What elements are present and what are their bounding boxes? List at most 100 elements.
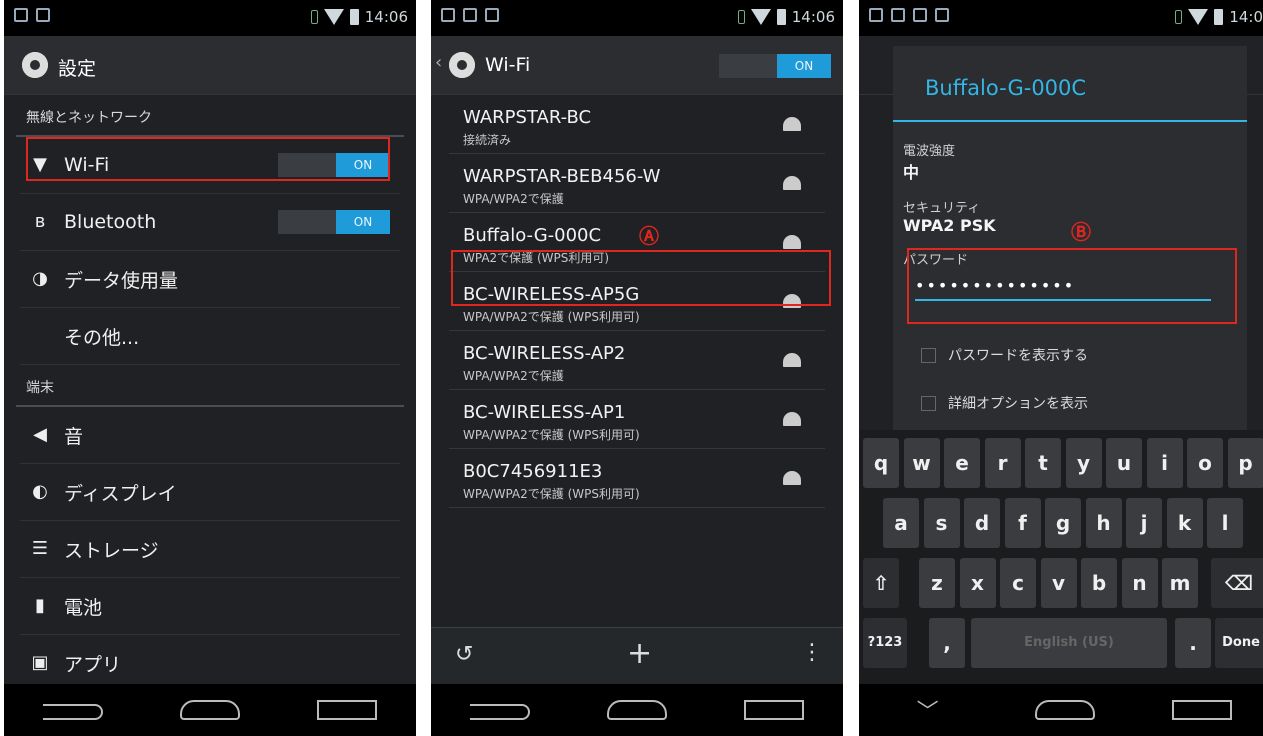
back-button[interactable]: [469, 694, 530, 727]
shift-key[interactable]: ⇧: [863, 558, 899, 608]
key-o[interactable]: o: [1187, 438, 1223, 488]
settings-item-storage[interactable]: ☰ ストレージ: [20, 521, 400, 578]
settings-item-other[interactable]: その他...: [20, 308, 400, 365]
home-button[interactable]: [606, 694, 667, 727]
home-button[interactable]: [1034, 694, 1095, 727]
key-f[interactable]: f: [1004, 498, 1041, 548]
symbols-key[interactable]: ?123: [863, 618, 907, 668]
key-k[interactable]: k: [1166, 498, 1203, 548]
signal-strength-value: 中: [903, 163, 920, 182]
key-u[interactable]: u: [1106, 438, 1142, 488]
key-b[interactable]: b: [1081, 558, 1117, 608]
backspace-key[interactable]: ⌫: [1211, 558, 1263, 608]
network-ssid: Buffalo-G-000C: [463, 225, 602, 246]
section-header-device: 端末: [16, 365, 404, 407]
security-label: セキュリティ: [903, 201, 981, 216]
key-a[interactable]: a: [883, 498, 919, 548]
settings-gear-icon[interactable]: [449, 52, 475, 78]
notification-icon: [935, 8, 949, 22]
key-s[interactable]: s: [923, 498, 960, 548]
network-ssid: WARPSTAR-BEB456-W: [463, 166, 661, 187]
wifi-network-item[interactable]: B0C7456911E3 WPA/WPA2で保護 (WPS利用可): [449, 449, 825, 508]
annotation-marker-a: Ⓐ: [639, 224, 659, 248]
comma-key[interactable]: ,: [929, 618, 965, 668]
key-i[interactable]: i: [1146, 438, 1183, 488]
overflow-menu-icon[interactable]: ⋮: [801, 640, 823, 665]
recents-button[interactable]: [1172, 694, 1233, 727]
key-d[interactable]: d: [964, 498, 1000, 548]
key-n[interactable]: n: [1121, 558, 1158, 608]
wifi-network-item[interactable]: WARPSTAR-BEB456-W WPA/WPA2で保護: [449, 154, 825, 213]
key-e[interactable]: e: [944, 438, 980, 488]
key-t[interactable]: t: [1025, 438, 1061, 488]
notification-icon: [891, 8, 905, 22]
wifi-connect-dialog: Buffalo-G-000C 電波強度 中 セキュリティ WPA2 PSK パス…: [893, 46, 1247, 446]
settings-item-data-usage[interactable]: ◑ データ使用量: [20, 251, 400, 308]
network-status: WPA/WPA2で保護 (WPS利用可): [463, 428, 640, 442]
key-z[interactable]: z: [919, 558, 955, 608]
settings-item-battery[interactable]: ▮ 電池: [20, 578, 400, 635]
vibrate-icon: [737, 10, 745, 24]
settings-item-bluetooth[interactable]: ʙ Bluetooth ON: [20, 194, 400, 251]
battery-icon: [1214, 9, 1224, 25]
display-icon: ◐: [32, 481, 48, 502]
status-bar: 14:06: [4, 0, 416, 36]
key-r[interactable]: r: [984, 438, 1021, 488]
status-bar: 14:06: [431, 0, 843, 36]
key-m[interactable]: m: [1162, 558, 1198, 608]
wifi-network-item[interactable]: BC-WIRELESS-AP2 WPA/WPA2で保護: [449, 331, 825, 390]
notification-icon: [869, 8, 883, 22]
back-button[interactable]: [42, 694, 103, 727]
space-key[interactable]: English (US): [971, 618, 1167, 668]
done-key[interactable]: Done: [1215, 618, 1263, 668]
recents-icon: [1172, 699, 1233, 720]
highlight-box: [907, 248, 1237, 324]
key-y[interactable]: y: [1065, 438, 1102, 488]
wps-icon[interactable]: ↺: [455, 642, 473, 667]
wifi-master-toggle[interactable]: ON: [719, 54, 831, 78]
network-status: WPA/WPA2で保護 (WPS利用可): [463, 310, 640, 324]
wifi-signal-icon: [1188, 9, 1209, 25]
settings-item-sound[interactable]: ◀ 音: [20, 407, 400, 464]
bluetooth-toggle[interactable]: ON: [278, 210, 390, 234]
notification-icon: [463, 8, 477, 22]
page-title: 設定: [58, 58, 97, 80]
secured-wifi-icon: [783, 235, 801, 249]
advanced-options-checkbox[interactable]: 詳細オプションを表示: [921, 379, 1247, 427]
settings-item-display[interactable]: ◐ ディスプレイ: [20, 464, 400, 521]
navigation-bar: ﹀: [859, 684, 1263, 736]
show-password-checkbox[interactable]: パスワードを表示する: [921, 331, 1247, 379]
network-ssid: BC-WIRELESS-AP2: [463, 343, 626, 364]
settings-gear-icon: [22, 52, 48, 78]
up-chevron-icon[interactable]: ‹: [435, 52, 442, 73]
network-ssid: BC-WIRELESS-AP1: [463, 402, 626, 423]
clock: 14:06: [364, 8, 408, 26]
recents-button[interactable]: [317, 694, 378, 727]
vibrate-icon: [310, 10, 318, 24]
add-network-icon[interactable]: +: [627, 636, 652, 671]
notification-icon: [913, 8, 927, 22]
period-key[interactable]: .: [1175, 618, 1211, 668]
wifi-network-item[interactable]: BC-WIRELESS-AP1 WPA/WPA2で保護 (WPS利用可): [449, 390, 825, 449]
home-button[interactable]: [179, 694, 240, 727]
key-l[interactable]: l: [1207, 498, 1243, 548]
wifi-network-item[interactable]: WARPSTAR-BC 接続済み: [449, 95, 825, 154]
key-q[interactable]: q: [863, 438, 899, 488]
key-w[interactable]: w: [903, 438, 940, 488]
key-h[interactable]: h: [1085, 498, 1122, 548]
key-p[interactable]: p: [1227, 438, 1263, 488]
network-status: WPA/WPA2で保護: [463, 192, 564, 206]
key-j[interactable]: j: [1126, 498, 1162, 548]
hide-keyboard-button[interactable]: ﹀: [898, 694, 958, 726]
home-icon: [179, 699, 240, 720]
notification-icon: [441, 8, 455, 22]
keyboard-row: ?123 , English (US) . Done: [859, 618, 1263, 668]
advanced-options-label: 詳細オプションを表示: [948, 396, 1088, 412]
recents-button[interactable]: [744, 694, 805, 727]
key-x[interactable]: x: [959, 558, 996, 608]
battery-icon: [349, 9, 359, 25]
home-icon: [1034, 699, 1095, 720]
key-v[interactable]: v: [1040, 558, 1077, 608]
key-g[interactable]: g: [1045, 498, 1081, 548]
key-c[interactable]: c: [1000, 558, 1036, 608]
